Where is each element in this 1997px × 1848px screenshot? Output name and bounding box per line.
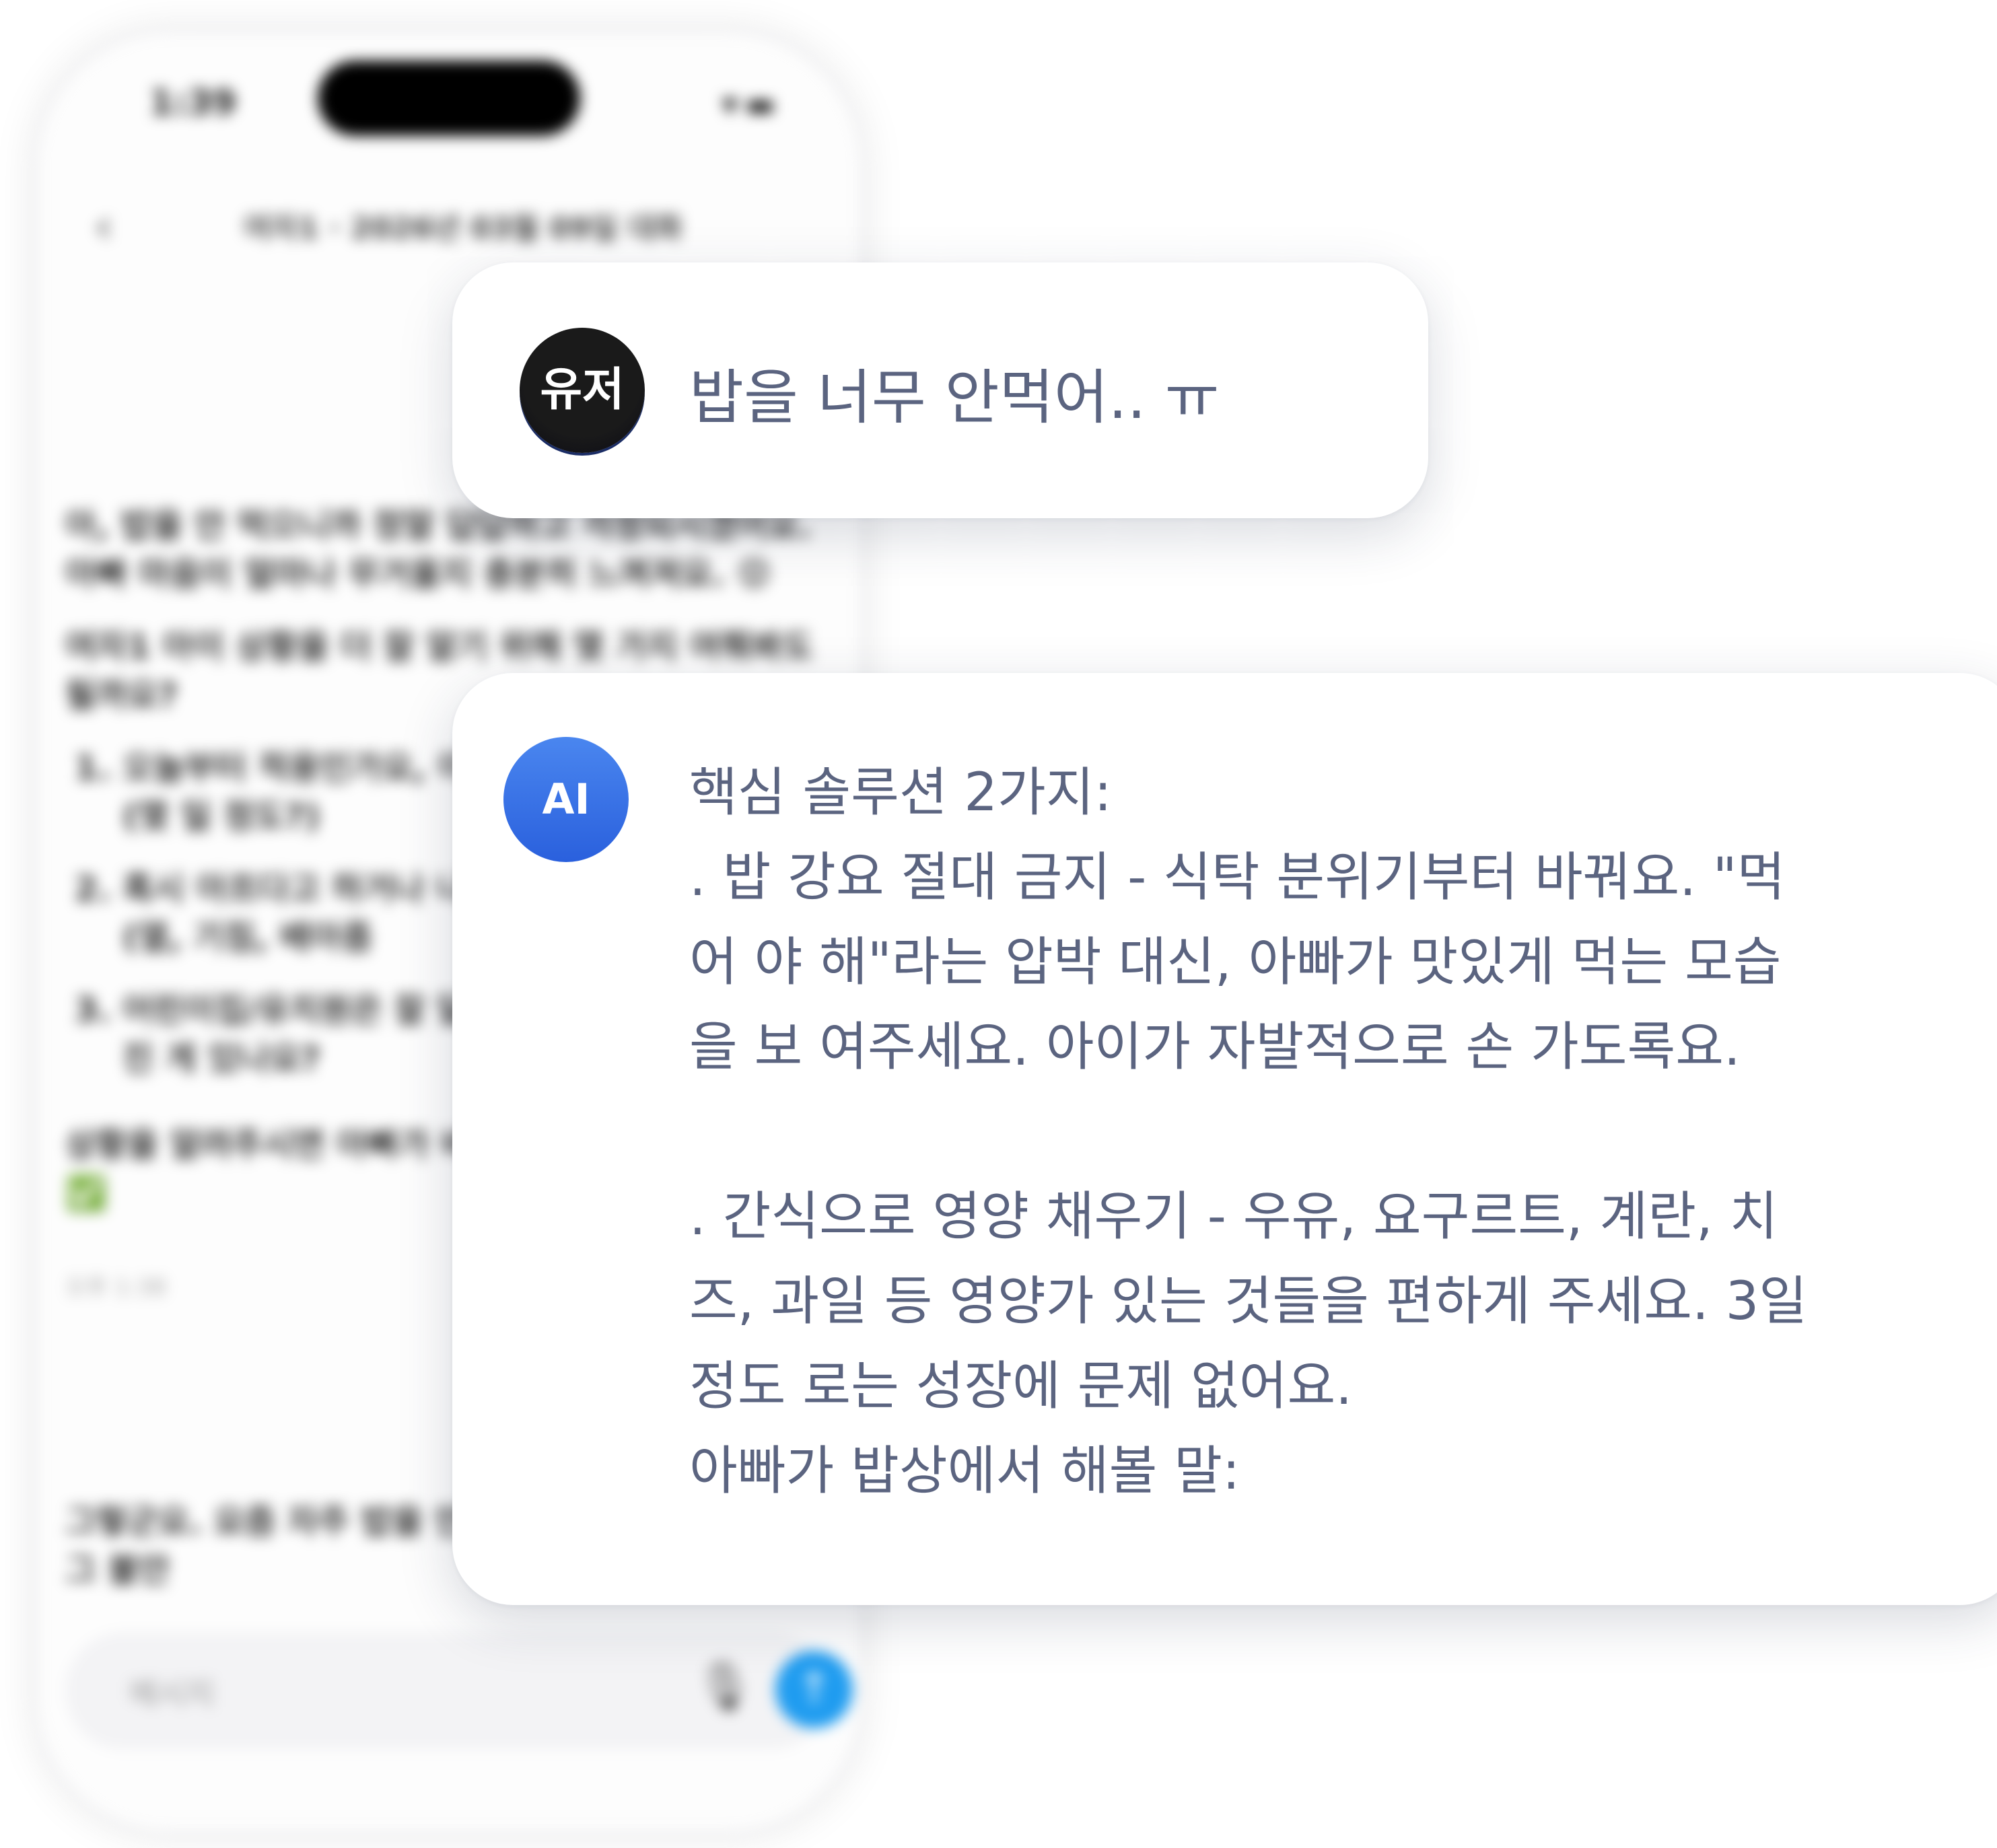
ai-line: 즈, 과일 등 영양가 있는 것들을 편하게 주세요. 3일 bbox=[689, 1271, 1808, 1332]
input-placeholder: 메시지 bbox=[129, 1676, 215, 1712]
send-button[interactable]: ↑ bbox=[775, 1651, 853, 1728]
ai-line: . 밥 강요 절대 금지 - 식탁 분위기부터 바꿔요. "먹 bbox=[689, 847, 1786, 908]
chat-title: 여자1 · 2026년 03월 09일 대화 bbox=[244, 211, 683, 246]
user-avatar: 유저 bbox=[520, 328, 645, 453]
ai-line: 아빠가 밥상에서 해볼 말: bbox=[689, 1441, 1240, 1501]
status-icons: ▾▬ bbox=[722, 85, 782, 123]
message-input[interactable]: 메시지 🎙 ↑ bbox=[65, 1632, 853, 1750]
ai-line: 핵심 솔루션 2가지: bbox=[689, 762, 1112, 823]
wifi-icon: ▾ bbox=[722, 85, 745, 123]
ai-line: 어 야 해"라는 압박 대신, 아빠가 맛있게 먹는 모습 bbox=[689, 932, 1782, 993]
ai-line: 을 보 여주세요. 아이가 자발적으로 손 가도록요. bbox=[689, 1017, 1741, 1077]
back-icon[interactable]: ‹ bbox=[94, 199, 113, 254]
user-message-card: 유저 밥을 너무 안먹어.. ㅠ bbox=[452, 262, 1428, 518]
ai-message-text: 핵심 솔루션 2가지: . 밥 강요 절대 금지 - 식탁 분위기부터 바꿔요.… bbox=[689, 750, 1968, 1514]
arrow-up-icon: ↑ bbox=[796, 1664, 833, 1714]
user-message-text: 밥을 너무 안먹어.. ㅠ bbox=[689, 363, 1220, 432]
battery-icon: ▬ bbox=[744, 85, 782, 123]
mic-icon[interactable]: 🎙 bbox=[695, 1659, 755, 1715]
ai-line: 정도 로는 성장에 문제 없어요. bbox=[689, 1356, 1353, 1417]
status-time: 1:39 bbox=[149, 83, 237, 123]
ai-avatar: AI bbox=[503, 737, 629, 862]
ai-line: . 간식으로 영양 채우기 - 우유, 요구르트, 계란, 치 bbox=[689, 1186, 1778, 1247]
ai-message-card: AI 핵심 솔루션 2가지: . 밥 강요 절대 금지 - 식탁 분위기부터 바… bbox=[452, 673, 1997, 1605]
ai-line-blank bbox=[689, 1090, 1968, 1174]
dynamic-island bbox=[318, 61, 580, 136]
message-timestamp: 오후 1:38 bbox=[65, 1274, 166, 1301]
